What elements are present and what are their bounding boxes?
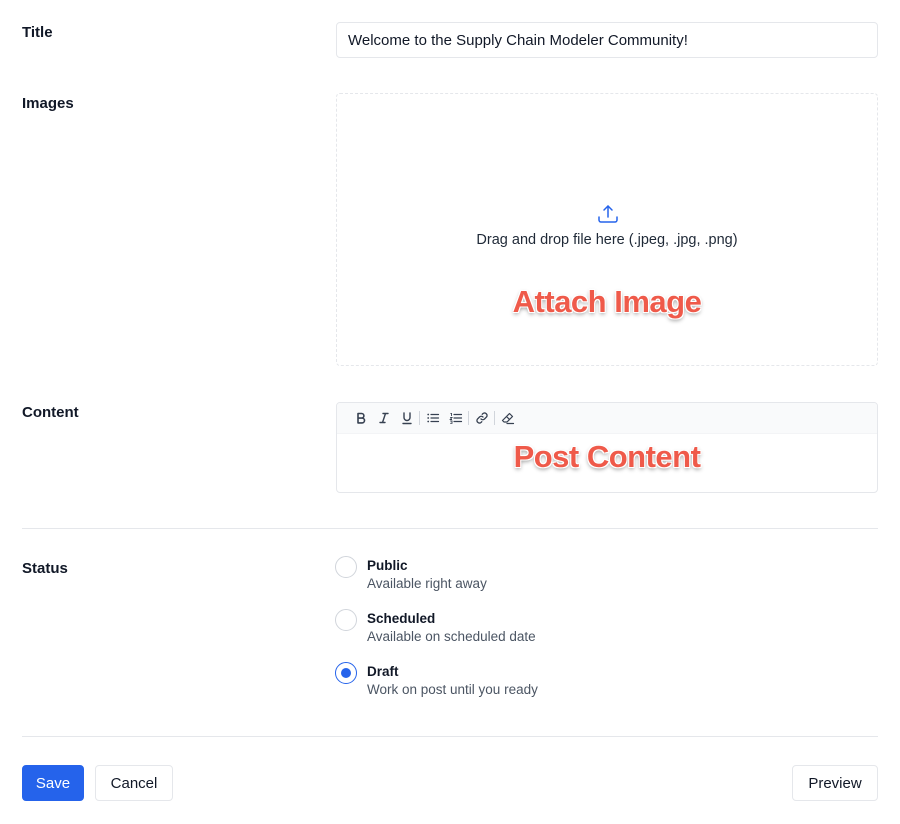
toolbar-divider bbox=[494, 411, 495, 425]
footer-divider bbox=[22, 736, 878, 737]
public-description: Available right away bbox=[367, 576, 487, 591]
clear-format-button[interactable] bbox=[496, 407, 519, 429]
dropzone-text: Drag and drop file here (.jpeg, .jpg, .p… bbox=[476, 232, 738, 248]
scheduled-title: Scheduled bbox=[367, 611, 436, 626]
upload-icon bbox=[598, 205, 618, 223]
section-divider bbox=[22, 528, 878, 529]
content-label: Content bbox=[22, 404, 79, 421]
draft-radio[interactable] bbox=[335, 662, 357, 684]
title-input[interactable] bbox=[336, 22, 878, 58]
scheduled-description: Available on scheduled date bbox=[367, 629, 536, 644]
editor-toolbar bbox=[337, 403, 877, 434]
bullet-list-icon bbox=[426, 413, 439, 423]
image-dropzone[interactable]: Drag and drop file here (.jpeg, .jpg, .p… bbox=[336, 93, 878, 366]
content-editor[interactable]: Post Content bbox=[336, 402, 878, 493]
link-button[interactable] bbox=[470, 407, 493, 429]
images-label: Images bbox=[22, 95, 74, 112]
link-icon bbox=[475, 412, 488, 424]
underline-button[interactable] bbox=[395, 407, 418, 429]
public-radio[interactable] bbox=[335, 556, 357, 578]
post-content-annotation: Post Content bbox=[513, 439, 701, 474]
status-option-public[interactable]: Public Available right away bbox=[335, 556, 487, 593]
public-title: Public bbox=[367, 558, 408, 573]
italic-icon bbox=[378, 412, 389, 424]
bold-button[interactable] bbox=[349, 407, 372, 429]
draft-title: Draft bbox=[367, 664, 399, 679]
save-button[interactable]: Save bbox=[22, 765, 84, 801]
cancel-button[interactable]: Cancel bbox=[95, 765, 173, 801]
toolbar-divider bbox=[419, 411, 420, 425]
attach-image-annotation: Attach Image bbox=[512, 284, 702, 319]
ordered-list-icon bbox=[448, 413, 462, 424]
title-label: Title bbox=[22, 24, 53, 41]
bold-icon bbox=[356, 412, 365, 424]
toolbar-divider bbox=[468, 411, 469, 425]
eraser-icon bbox=[501, 412, 514, 425]
ordered-list-button[interactable] bbox=[444, 407, 467, 429]
status-option-scheduled[interactable]: Scheduled Available on scheduled date bbox=[335, 609, 536, 646]
underline-icon bbox=[401, 412, 412, 425]
bullet-list-button[interactable] bbox=[421, 407, 444, 429]
scheduled-radio[interactable] bbox=[335, 609, 357, 631]
draft-description: Work on post until you ready bbox=[367, 682, 538, 697]
status-option-draft[interactable]: Draft Work on post until you ready bbox=[335, 662, 538, 699]
italic-button[interactable] bbox=[372, 407, 395, 429]
preview-button[interactable]: Preview bbox=[792, 765, 878, 801]
status-label: Status bbox=[22, 560, 68, 577]
